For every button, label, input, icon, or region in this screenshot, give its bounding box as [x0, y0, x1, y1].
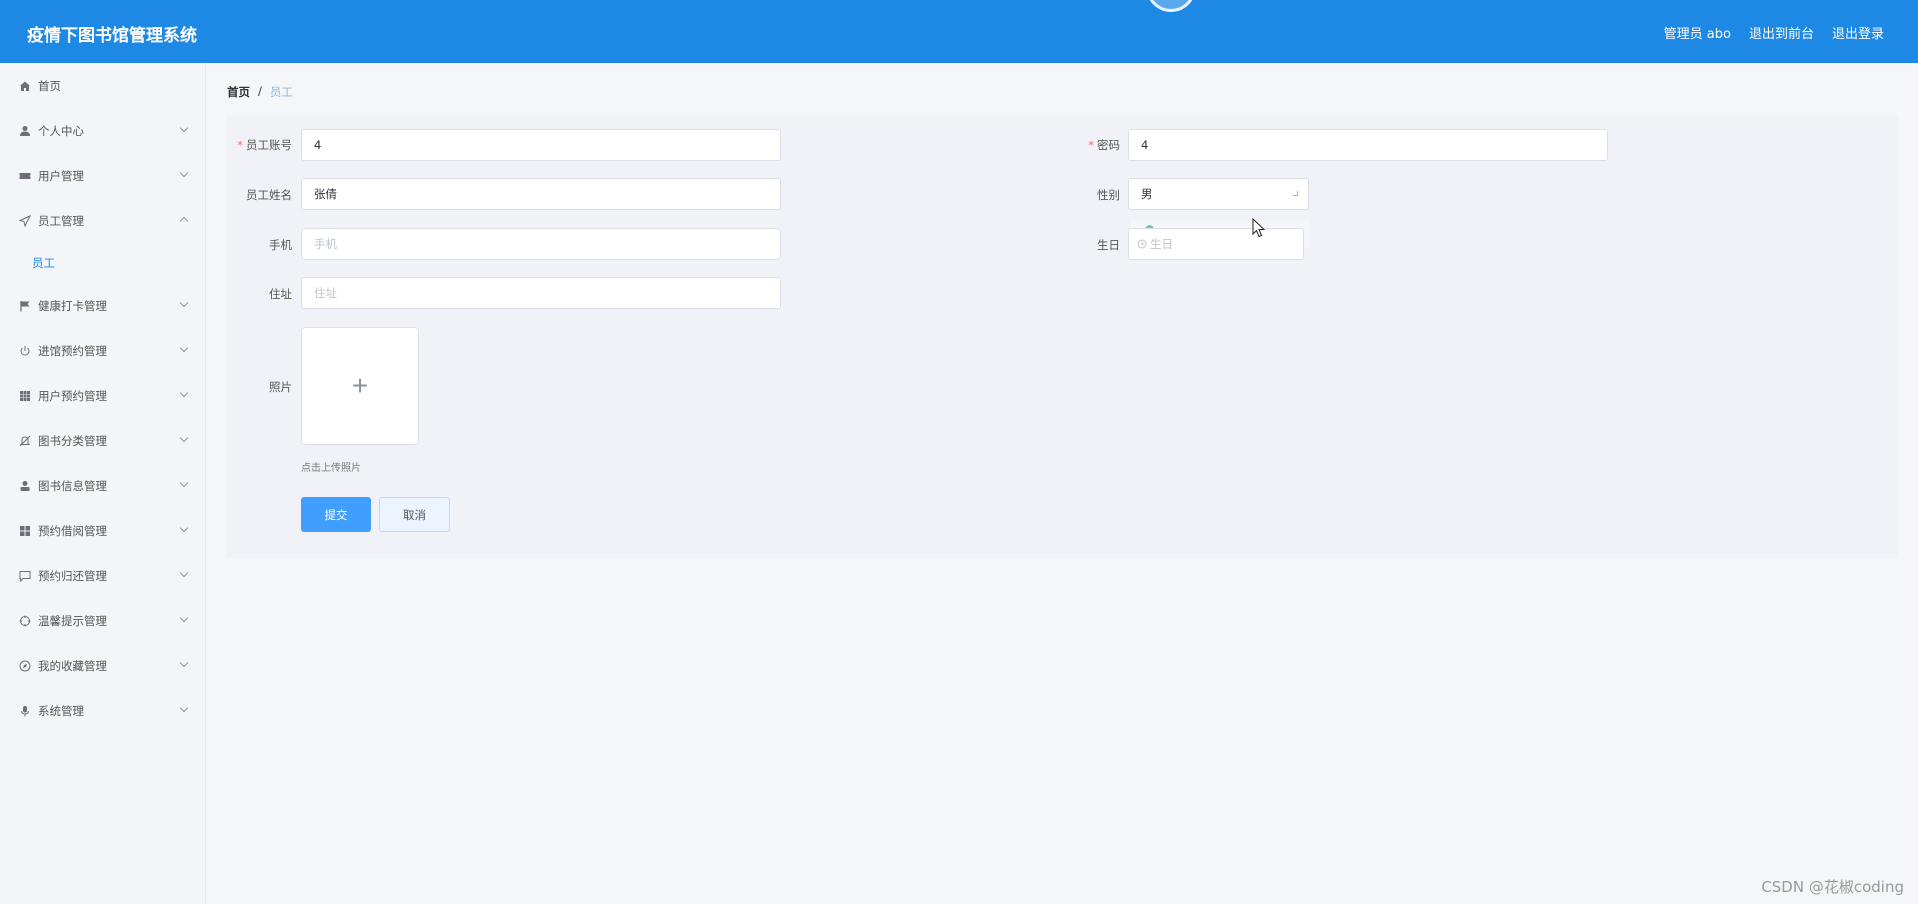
home-icon: [19, 80, 31, 92]
chevron-down-icon: [179, 478, 189, 488]
submit-button[interactable]: 提交: [301, 497, 371, 532]
sidebar-item-book-info[interactable]: 图书信息管理: [0, 463, 205, 508]
gender-label: 性别: [1097, 188, 1120, 202]
gender-selected-value: 男: [1141, 187, 1153, 201]
sidebar-item-user-reservation[interactable]: 用户预约管理: [0, 373, 205, 418]
flag-icon: [19, 300, 31, 312]
person-icon: [19, 480, 31, 492]
sidebar: 首页 个人中心 用户管理 员工管理 员工 健康打卡管理 进馆预约管理 用户预约管…: [0, 63, 206, 904]
sidebar-item-tips[interactable]: 温馨提示管理: [0, 598, 205, 643]
name-label: 员工姓名: [246, 188, 292, 202]
chevron-down-icon: [179, 343, 189, 353]
chevron-down-icon: [179, 523, 189, 533]
plus-icon: +: [351, 370, 369, 401]
phone-label: 手机: [269, 238, 292, 252]
chevron-down-icon: [179, 388, 189, 398]
photo-label: 照片: [269, 380, 292, 394]
top-header: 疫情下图书馆管理系统 管理员 abo 退出到前台 退出登录: [0, 0, 1918, 63]
sidebar-item-label: 温馨提示管理: [38, 613, 107, 628]
sidebar-item-home[interactable]: 首页: [0, 63, 205, 108]
sidebar-item-label: 用户预约管理: [38, 388, 107, 403]
aim-icon: [19, 615, 31, 627]
mouse-cursor-icon: [1252, 217, 1266, 241]
avatar[interactable]: [1146, 0, 1196, 12]
breadcrumb: 首页 / 员工: [227, 84, 293, 100]
sidebar-item-user-management[interactable]: 用户管理: [0, 153, 205, 198]
watermark: CSDN @花椒coding: [1761, 878, 1904, 896]
app-title: 疫情下图书馆管理系统: [27, 26, 197, 46]
password-input[interactable]: 4: [1128, 129, 1608, 161]
name-input[interactable]: 张倩: [301, 178, 781, 210]
clock-icon: [1137, 239, 1147, 249]
chevron-down-icon: [179, 613, 189, 623]
sidebar-item-label: 个人中心: [38, 123, 84, 138]
password-label-text: 密码: [1097, 138, 1120, 152]
chevron-down-icon: [179, 703, 189, 713]
current-user-label: 管理员 abo: [1663, 27, 1731, 42]
sidebar-item-label: 用户管理: [38, 168, 84, 183]
chevron-down-icon: [1293, 191, 1298, 196]
birthday-label: 生日: [1097, 238, 1120, 252]
chevron-down-icon: [179, 298, 189, 308]
chat-icon: [19, 570, 31, 582]
address-label: 住址: [269, 287, 292, 301]
account-label-text: 员工账号: [246, 138, 292, 152]
compass-icon: [19, 660, 31, 672]
required-mark: *: [237, 138, 243, 152]
birthday-date-picker[interactable]: 生日: [1128, 228, 1304, 260]
chevron-up-icon: [179, 216, 189, 226]
mic-icon: [19, 705, 31, 717]
sidebar-item-label: 健康打卡管理: [38, 298, 107, 313]
cancel-button[interactable]: 取消: [379, 497, 450, 532]
account-label: * 员工账号: [236, 137, 292, 153]
sidebar-item-label: 图书信息管理: [38, 478, 107, 493]
grid-icon: [19, 390, 31, 402]
sidebar-item-return-reservation[interactable]: 预约归还管理: [0, 553, 205, 598]
sidebar-item-system[interactable]: 系统管理: [0, 688, 205, 733]
sidebar-item-label: 我的收藏管理: [38, 658, 107, 673]
required-mark: *: [1088, 138, 1094, 152]
sidebar-item-personal-center[interactable]: 个人中心: [0, 108, 205, 153]
sidebar-item-health-checkin[interactable]: 健康打卡管理: [0, 283, 205, 328]
sidebar-item-book-category[interactable]: 图书分类管理: [0, 418, 205, 463]
send-icon: [19, 214, 31, 227]
sidebar-subitem-staff[interactable]: 员工: [0, 243, 205, 283]
sidebar-item-label: 预约借阅管理: [38, 523, 107, 538]
header-links: 管理员 abo 退出到前台 退出登录: [1664, 23, 1884, 42]
ticket-icon: [19, 170, 31, 182]
breadcrumb-separator: /: [258, 84, 262, 98]
sidebar-item-label: 图书分类管理: [38, 433, 107, 448]
bell-off-icon: [19, 435, 31, 447]
birthday-placeholder: 生日: [1150, 237, 1173, 251]
user-icon: [19, 125, 31, 137]
chevron-down-icon: [179, 433, 189, 443]
breadcrumb-home[interactable]: 首页: [227, 84, 250, 100]
sidebar-item-label: 进馆预约管理: [38, 343, 107, 358]
password-label: * 密码: [1082, 137, 1120, 153]
sidebar-item-label: 员工管理: [38, 213, 84, 228]
logout-link[interactable]: 退出登录: [1832, 23, 1884, 42]
sidebar-item-label: 首页: [38, 78, 61, 93]
upload-tip: 点击上传照片: [301, 463, 361, 474]
sidebar-item-entry-reservation[interactable]: 进馆预约管理: [0, 328, 205, 373]
sidebar-item-label: 预约归还管理: [38, 568, 107, 583]
photo-upload-box[interactable]: +: [301, 327, 419, 445]
address-input[interactable]: 住址: [301, 277, 781, 309]
breadcrumb-current: 员工: [269, 85, 293, 99]
phone-input[interactable]: 手机: [301, 228, 781, 260]
sidebar-item-label: 系统管理: [38, 703, 84, 718]
sidebar-item-borrow-reservation[interactable]: 预约借阅管理: [0, 508, 205, 553]
chevron-down-icon: [179, 123, 189, 133]
power-icon: [19, 345, 31, 357]
chevron-down-icon: [179, 168, 189, 178]
sidebar-item-favorites[interactable]: 我的收藏管理: [0, 643, 205, 688]
sidebar-item-staff-management[interactable]: 员工管理: [0, 198, 205, 243]
apps-icon: [19, 525, 31, 537]
account-input[interactable]: 4: [301, 129, 781, 161]
back-to-front-link[interactable]: 退出到前台: [1749, 23, 1814, 42]
chevron-down-icon: [179, 568, 189, 578]
gender-select[interactable]: 男: [1128, 178, 1309, 210]
chevron-down-icon: [179, 658, 189, 668]
